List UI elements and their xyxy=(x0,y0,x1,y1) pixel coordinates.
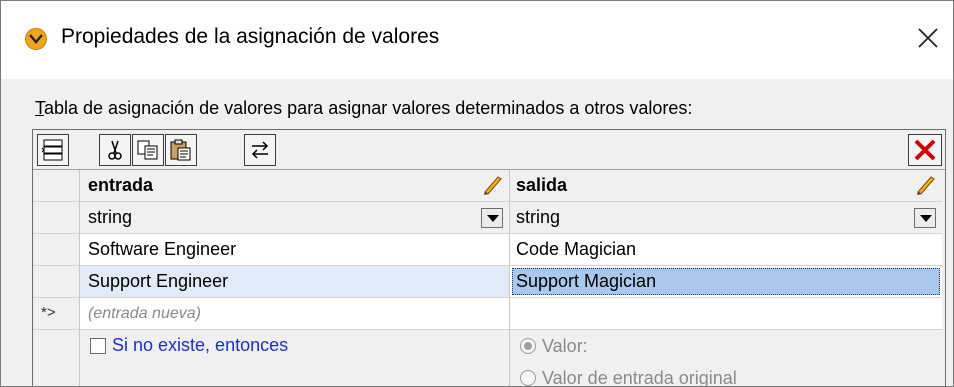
paste-icon xyxy=(170,139,191,161)
output-cell[interactable]: Code Magician xyxy=(510,234,942,266)
description-text: Tabla de asignación de valores para asig… xyxy=(35,98,693,118)
output-type-select[interactable]: string xyxy=(510,202,942,234)
new-entry-row: *> (entrada nueva) xyxy=(33,298,945,330)
title-bar: Propiedades de la asignación de valores xyxy=(1,1,953,79)
table-row: Support Engineer Support Magician xyxy=(33,266,945,298)
close-button[interactable] xyxy=(913,23,943,53)
paste-button[interactable] xyxy=(165,134,197,166)
delete-row-button[interactable] xyxy=(908,134,942,166)
input-type-value: string xyxy=(88,207,133,227)
swap-columns-icon xyxy=(251,141,269,159)
edit-pencil-icon[interactable] xyxy=(914,174,936,196)
row-header xyxy=(33,202,80,234)
otherwise-checkbox[interactable] xyxy=(90,338,106,354)
column-type-row: string string xyxy=(33,202,945,234)
new-entry-input[interactable]: (entrada nueva) xyxy=(80,298,510,330)
table-toolbar xyxy=(33,130,945,170)
value-map-table: entrada salida string string Software En… xyxy=(32,129,946,386)
otherwise-options: Valor: Valor de entrada original xyxy=(510,330,942,386)
row-header[interactable] xyxy=(33,266,80,298)
close-icon xyxy=(918,28,938,48)
cut-button[interactable] xyxy=(99,134,131,166)
otherwise-checkbox-label[interactable]: Si no existe, entonces xyxy=(112,330,288,361)
new-row-marker: *> xyxy=(33,298,80,330)
copy-icon xyxy=(137,140,158,160)
table-row: Software Engineer Code Magician xyxy=(33,234,945,266)
copy-button[interactable] xyxy=(132,134,164,166)
selected-cell-value[interactable]: Support Magician xyxy=(512,268,940,295)
insert-row-icon xyxy=(42,139,63,161)
edit-pencil-icon[interactable] xyxy=(481,174,503,196)
original-input-radio-label[interactable]: Valor de entrada original xyxy=(542,366,737,386)
chevron-down-icon[interactable] xyxy=(481,208,503,228)
column-header-input-label: entrada xyxy=(88,175,154,195)
row-header xyxy=(33,170,80,202)
value-radio[interactable] xyxy=(520,338,536,354)
otherwise-checkbox-cell: Si no existe, entonces xyxy=(80,330,510,386)
column-header-row: entrada salida xyxy=(33,170,945,202)
new-entry-output[interactable] xyxy=(510,298,942,330)
output-type-value: string xyxy=(516,207,561,227)
value-map-properties-dialog: Propiedades de la asignación de valores … xyxy=(0,0,954,387)
input-cell[interactable]: Support Engineer xyxy=(80,266,510,298)
row-header[interactable] xyxy=(33,234,80,266)
otherwise-row: Si no existe, entonces Valor: Valor de e… xyxy=(33,330,945,386)
dialog-title: Propiedades de la asignación de valores xyxy=(61,25,440,48)
row-header xyxy=(33,330,80,386)
cut-icon xyxy=(108,140,122,160)
column-header-output[interactable]: salida xyxy=(510,170,942,202)
delete-row-icon xyxy=(914,139,936,161)
value-radio-label[interactable]: Valor: xyxy=(542,334,588,358)
column-header-output-label: salida xyxy=(516,175,568,195)
output-cell-selected[interactable]: Support Magician xyxy=(510,266,942,298)
insert-row-button[interactable] xyxy=(37,134,69,166)
chevron-down-icon[interactable] xyxy=(914,208,936,228)
input-type-select[interactable]: string xyxy=(80,202,510,234)
original-input-radio[interactable] xyxy=(520,370,536,386)
swap-columns-button[interactable] xyxy=(244,134,276,166)
table-description: Tabla de asignación de valores para asig… xyxy=(35,98,692,119)
input-cell[interactable]: Software Engineer xyxy=(80,234,510,266)
altova-mapforce-icon xyxy=(25,28,47,50)
column-header-input[interactable]: entrada xyxy=(80,170,510,202)
